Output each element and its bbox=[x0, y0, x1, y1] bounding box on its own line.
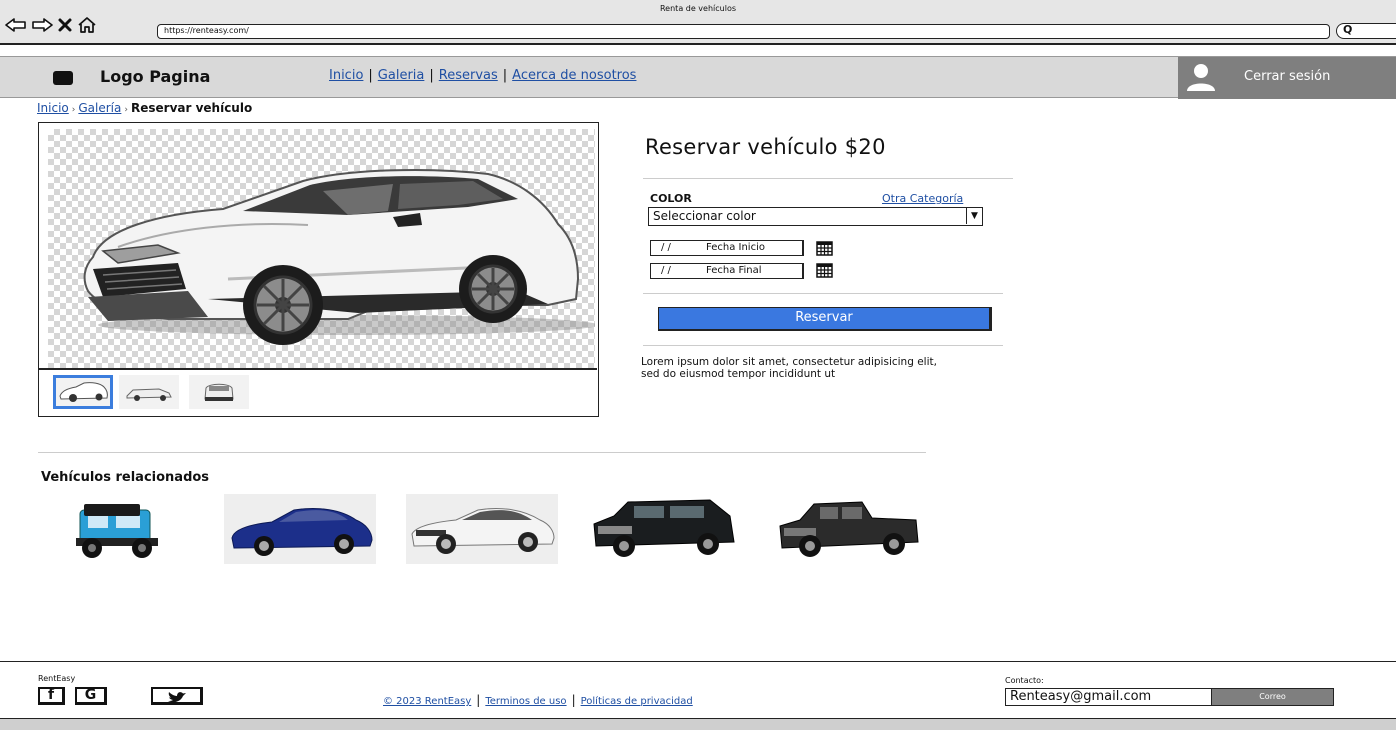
nav-link-acerca[interactable]: Acerca de nosotros bbox=[512, 68, 636, 83]
nav-link-reservas[interactable]: Reservas bbox=[439, 68, 498, 83]
user-area: Cerrar sesión bbox=[1178, 57, 1396, 99]
divider bbox=[643, 178, 1013, 179]
facebook-icon[interactable]: f bbox=[38, 687, 65, 705]
window-title: Renta de vehículos bbox=[659, 4, 737, 13]
divider bbox=[643, 293, 1003, 294]
nav-separator: | bbox=[429, 68, 434, 83]
logo-icon bbox=[53, 71, 73, 85]
breadcrumb: Inicio › Galería › Reservar vehículo bbox=[37, 101, 252, 115]
divider bbox=[38, 452, 926, 453]
logout-link[interactable]: Cerrar sesión bbox=[1244, 69, 1330, 84]
browser-search-box[interactable]: Q bbox=[1336, 23, 1396, 39]
end-date-field[interactable]: / / Fecha Final bbox=[650, 263, 804, 279]
start-date-slashes: / / bbox=[661, 242, 671, 253]
footer-links: © 2023 RentEasy | Terminos de uso | Política… bbox=[383, 693, 693, 707]
footer-brand: RentEasy bbox=[38, 674, 76, 683]
nav-separator: | bbox=[502, 68, 508, 83]
nav-link-galeria[interactable]: Galeria bbox=[378, 68, 425, 83]
browser-toolbar: Renta de vehículos https://renteasy.com/… bbox=[0, 0, 1396, 45]
car-thumbnail-icon bbox=[59, 382, 108, 402]
logo-text: Logo Pagina bbox=[100, 67, 211, 86]
footer: RentEasy f G © 2023 RentEasy | Terminos de… bbox=[0, 661, 1396, 718]
related-vehicle-1[interactable] bbox=[62, 494, 172, 564]
address-bar[interactable]: https://renteasy.com/ bbox=[157, 24, 1330, 39]
browser-nav-icons bbox=[5, 16, 97, 34]
main-vehicle-image bbox=[48, 129, 598, 368]
start-date-label: Fecha Inicio bbox=[706, 242, 765, 253]
other-category-link[interactable]: Otra Categoría bbox=[882, 192, 963, 205]
suv-icon bbox=[76, 504, 158, 558]
color-select-value: Seleccionar color bbox=[653, 209, 756, 223]
related-vehicle-2[interactable] bbox=[224, 494, 376, 564]
footer-separator: | bbox=[571, 693, 576, 707]
calendar-icon[interactable] bbox=[816, 241, 833, 256]
booking-title: Reservar vehículo $20 bbox=[645, 135, 886, 159]
nav-separator: | bbox=[368, 68, 373, 83]
end-date-slashes: / / bbox=[661, 265, 671, 276]
divider bbox=[643, 345, 1003, 346]
twitter-icon[interactable] bbox=[151, 687, 203, 705]
contact-label: Contacto: bbox=[1005, 676, 1044, 685]
color-select[interactable]: Seleccionar color ▼ bbox=[648, 207, 983, 226]
home-icon[interactable] bbox=[77, 16, 97, 34]
privacy-link[interactable]: Políticas de privacidad bbox=[581, 696, 693, 707]
nav-link-inicio[interactable]: Inicio bbox=[329, 68, 363, 83]
pickup-icon bbox=[779, 501, 919, 557]
chevron-right-icon: › bbox=[71, 105, 76, 115]
gallery-divider bbox=[39, 368, 597, 370]
end-date-label: Fecha Final bbox=[706, 265, 762, 276]
reserve-button[interactable]: Reservar bbox=[658, 307, 992, 331]
search-icon: Q bbox=[1343, 23, 1353, 36]
car-thumbnail-icon bbox=[126, 388, 172, 401]
chevron-right-icon: › bbox=[124, 105, 128, 115]
related-vehicle-3[interactable] bbox=[406, 494, 558, 564]
chevron-down-icon: ▼ bbox=[966, 208, 982, 224]
email-button[interactable]: Correo bbox=[1212, 688, 1334, 706]
calendar-icon[interactable] bbox=[816, 263, 833, 278]
sedan-icon bbox=[231, 507, 373, 556]
app-header: Logo Pagina Inicio | Galeria | Reservas | Acer… bbox=[0, 56, 1396, 99]
related-title: Vehículos relacionados bbox=[41, 470, 210, 485]
footer-separator: | bbox=[476, 693, 481, 707]
copyright-link[interactable]: © 2023 RentEasy bbox=[383, 696, 471, 707]
thumbnail-2[interactable] bbox=[119, 375, 179, 409]
car-thumbnail-icon bbox=[204, 383, 234, 401]
related-vehicle-5[interactable] bbox=[770, 494, 922, 564]
breadcrumb-inicio[interactable]: Inicio bbox=[37, 101, 69, 115]
related-vehicle-4[interactable] bbox=[588, 494, 740, 564]
user-avatar-icon bbox=[1187, 64, 1215, 91]
thumbnail-3[interactable] bbox=[189, 375, 249, 409]
terms-link[interactable]: Terminos de uso bbox=[485, 696, 566, 707]
back-arrow-icon[interactable] bbox=[5, 17, 27, 33]
main-nav: Inicio | Galeria | Reservas | Acerca de nosotr… bbox=[329, 68, 636, 83]
suv-icon bbox=[593, 499, 735, 557]
vehicle-description: Lorem ipsum dolor sit amet, consectetur … bbox=[641, 356, 937, 380]
forward-arrow-icon[interactable] bbox=[31, 17, 53, 33]
car-illustration bbox=[83, 168, 598, 345]
vehicle-gallery bbox=[38, 122, 599, 417]
color-label: COLOR bbox=[650, 192, 692, 205]
thumbnail-1[interactable] bbox=[53, 375, 113, 409]
start-date-field[interactable]: / / Fecha Inicio bbox=[650, 240, 804, 256]
sedan-icon bbox=[411, 507, 555, 554]
google-icon[interactable]: G bbox=[75, 687, 107, 705]
breadcrumb-galeria[interactable]: Galería bbox=[78, 101, 121, 115]
close-icon[interactable] bbox=[57, 17, 73, 33]
email-field[interactable]: Renteasy@gmail.com bbox=[1005, 688, 1212, 706]
bottom-strip bbox=[0, 718, 1396, 730]
breadcrumb-current: Reservar vehículo bbox=[130, 101, 253, 115]
